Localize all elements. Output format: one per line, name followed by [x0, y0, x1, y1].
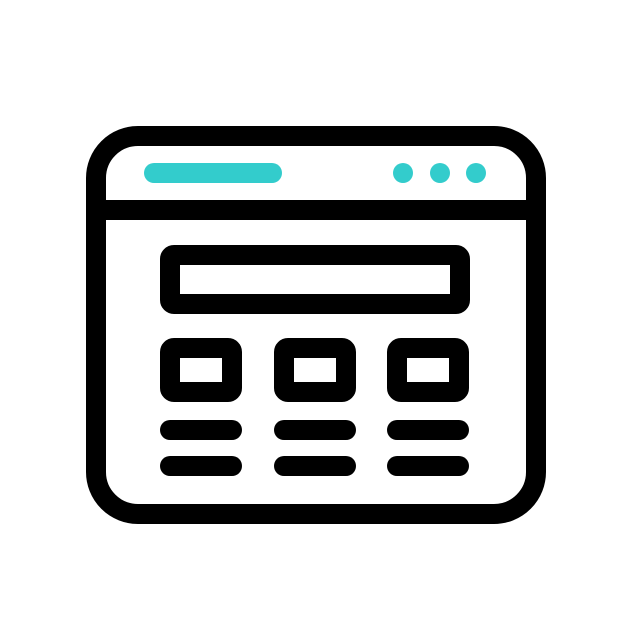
- window-dot-3: [466, 163, 486, 183]
- icon-canvas: [0, 0, 640, 640]
- window-dot-1: [393, 163, 413, 183]
- content-card-3: [387, 338, 469, 402]
- window-dot-2: [430, 163, 450, 183]
- content-card-1: [160, 338, 242, 402]
- content-card-2: [274, 338, 356, 402]
- browser-window-layout-icon: [86, 126, 546, 524]
- header-banner-block: [160, 245, 470, 314]
